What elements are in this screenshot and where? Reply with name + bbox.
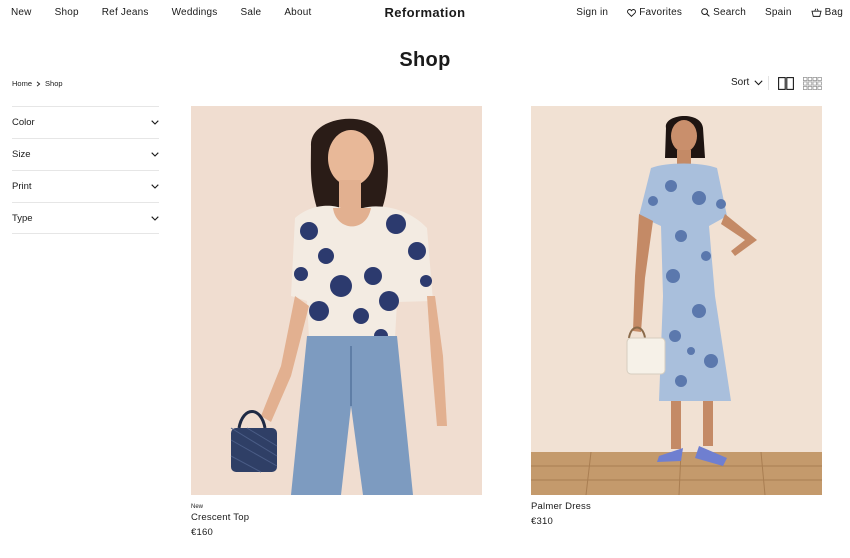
filter-label: Color <box>12 117 35 128</box>
chevron-down-icon <box>151 152 159 157</box>
search-label: Search <box>713 7 747 18</box>
nav-new[interactable]: New <box>11 7 32 18</box>
filter-label: Size <box>12 149 31 160</box>
bag-icon <box>811 8 822 17</box>
favorites-link[interactable]: Favorites <box>627 7 682 18</box>
product-name[interactable]: Crescent Top <box>191 512 482 523</box>
search-link[interactable]: Search <box>701 7 746 18</box>
filter-label: Print <box>12 181 32 192</box>
bag-label: Bag <box>824 7 843 18</box>
filter-label: Type <box>12 212 33 224</box>
product-card: Palmer Dress €310 <box>531 106 822 527</box>
main-nav: New Shop Ref Jeans Weddings Sale About <box>11 7 311 18</box>
nav-sale[interactable]: Sale <box>240 7 261 18</box>
product-image[interactable] <box>191 106 482 495</box>
nav-weddings[interactable]: Weddings <box>172 7 218 18</box>
chevron-down-icon <box>754 79 763 85</box>
chevron-down-icon <box>151 215 159 221</box>
filter-panel: Color Size Print Type <box>12 106 159 234</box>
product-price: €160 <box>191 527 213 538</box>
favorites-label: Favorites <box>639 7 683 18</box>
chevron-down-icon <box>151 120 159 125</box>
sort-label: Sort <box>731 77 750 88</box>
breadcrumb: Home Shop <box>12 79 63 88</box>
product-price: €310 <box>531 516 553 527</box>
page-title: Shop <box>399 49 451 71</box>
sign-in-link[interactable]: Sign in <box>576 7 608 18</box>
product-card: New Crescent Top €160 <box>191 106 482 538</box>
sort-dropdown[interactable]: Sort <box>731 77 763 88</box>
nav-shop[interactable]: Shop <box>55 7 79 18</box>
utility-nav: Sign in Favorites Search Spain Bag <box>557 7 843 18</box>
region-selector[interactable]: Spain <box>765 7 792 18</box>
nav-ref-jeans[interactable]: Ref Jeans <box>102 7 149 18</box>
product-badge: New <box>191 504 204 510</box>
bag-link[interactable]: Bag <box>811 7 843 18</box>
toolbar-divider <box>768 76 769 90</box>
nav-about[interactable]: About <box>284 7 311 18</box>
filter-print[interactable]: Print <box>12 170 159 202</box>
logo[interactable]: Reformation <box>385 5 466 20</box>
heart-icon <box>627 8 637 17</box>
product-name[interactable]: Palmer Dress <box>531 501 822 512</box>
breadcrumb-home[interactable]: Home <box>12 79 32 88</box>
product-photo-palmer-dress <box>531 106 822 495</box>
four-column-view-icon[interactable] <box>803 77 822 90</box>
filter-size[interactable]: Size <box>12 138 159 170</box>
search-icon <box>701 8 710 17</box>
breadcrumb-current: Shop <box>45 79 63 88</box>
filter-color[interactable]: Color <box>12 106 159 138</box>
product-photo-crescent-top <box>191 106 482 495</box>
product-image[interactable] <box>531 106 822 495</box>
two-column-view-icon[interactable] <box>778 77 794 90</box>
chevron-down-icon <box>151 184 159 189</box>
region-label: Spain <box>765 7 792 18</box>
sign-in-label: Sign in <box>576 7 609 18</box>
filter-type[interactable]: Type <box>12 202 159 234</box>
chevron-right-icon <box>36 80 41 87</box>
